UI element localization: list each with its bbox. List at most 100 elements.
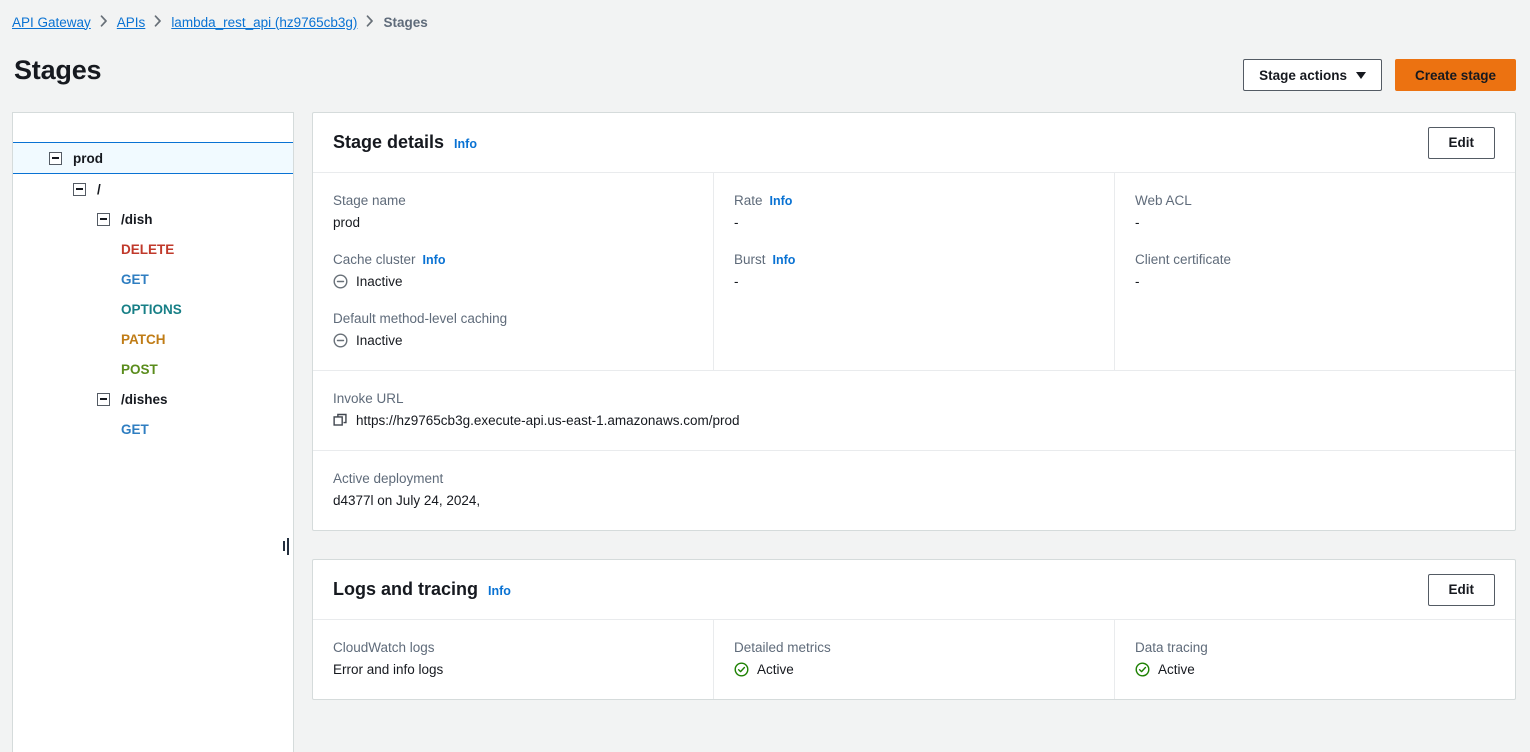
- tree-method-options[interactable]: OPTIONS: [13, 294, 293, 324]
- stage-details-field-label: Burst Info: [734, 252, 1114, 267]
- logs-field: CloudWatch logs Error and info logs: [333, 640, 713, 677]
- tree-node-label: /: [97, 181, 101, 197]
- invoke-url-value-row: https://hz9765cb3g.execute-api.us-east-1…: [333, 413, 1515, 428]
- logs-field-label: Data tracing: [1135, 640, 1515, 655]
- sidebar-resize-handle[interactable]: [281, 536, 290, 556]
- stage-details-field-value: Inactive: [333, 274, 713, 289]
- active-deployment-value: d4377l on July 24, 2024,: [333, 493, 481, 508]
- logs-field-value: Active: [1135, 662, 1515, 677]
- logs-field-value: Error and info logs: [333, 662, 713, 677]
- resize-grip-right: [286, 537, 289, 555]
- stage-actions-label: Stage actions: [1259, 67, 1347, 83]
- collapse-icon[interactable]: [49, 151, 62, 165]
- tree-node-dishes[interactable]: /dishes: [13, 384, 293, 414]
- tree-node-label: prod: [73, 150, 103, 166]
- field-label-text: Detailed metrics: [734, 640, 831, 655]
- create-stage-button[interactable]: Create stage: [1394, 59, 1516, 91]
- tree-node-dish[interactable]: /dish: [13, 204, 293, 234]
- edit-logs-and-tracing-button[interactable]: Edit: [1427, 573, 1495, 606]
- stage-details-column-3: Web ACL - Client certificate -: [1114, 173, 1515, 370]
- field-info-link[interactable]: Info: [773, 253, 796, 267]
- stage-details-field-label: Client certificate: [1135, 252, 1515, 267]
- stage-details-field-label: Cache cluster Info: [333, 252, 713, 267]
- minus-circle-icon: [333, 333, 348, 348]
- stage-details-column-2: Rate Info - Burst Info -: [713, 173, 1114, 370]
- logs-field-label: Detailed metrics: [734, 640, 1114, 655]
- check-circle-icon: [734, 662, 749, 677]
- tree-method-label: GET: [121, 271, 149, 287]
- tree-method-label: POST: [121, 361, 158, 377]
- stage-resource-tree: prod / /dish DELETE GET OPTIONS PATCH POST/dish…: [12, 112, 294, 752]
- tree-node-[interactable]: /: [13, 174, 293, 204]
- minus-circle-icon: [333, 274, 348, 289]
- breadcrumb-separator-icon: [366, 15, 374, 27]
- breadcrumb-item-3[interactable]: lambda_rest_api (hz9765cb3g): [171, 15, 357, 30]
- stage-details-field: Stage name prod: [333, 193, 713, 230]
- stage-details-info-link[interactable]: Info: [454, 137, 477, 151]
- breadcrumb-item-4: Stages: [383, 14, 428, 30]
- stage-details-panel: Stage details Info Edit Stage name prod Ca…: [312, 112, 1516, 531]
- field-value-text: prod: [333, 215, 361, 230]
- tree-method-post[interactable]: POST: [13, 354, 293, 384]
- logs-field-value: Active: [734, 662, 1114, 677]
- tree-method-label: PATCH: [121, 331, 166, 347]
- field-value-text: Active: [757, 662, 794, 677]
- field-label-text: Cache cluster: [333, 252, 416, 267]
- field-value-text: Active: [1158, 662, 1195, 677]
- stage-details-field-label: Stage name: [333, 193, 713, 208]
- stage-actions-button[interactable]: Stage actions: [1243, 59, 1382, 91]
- tree-node-label: /dish: [121, 211, 153, 227]
- stage-details-field: Burst Info -: [734, 252, 1114, 289]
- logs-field-label: CloudWatch logs: [333, 640, 713, 655]
- tree-node-label: /dishes: [121, 391, 168, 407]
- breadcrumb-item-2[interactable]: APIs: [117, 15, 146, 30]
- edit-stage-details-button[interactable]: Edit: [1427, 126, 1495, 159]
- page-title: Stages: [14, 55, 102, 85]
- logs-column-2: Detailed metrics Active: [713, 620, 1114, 699]
- stage-details-title: Stage details: [333, 132, 445, 152]
- field-label-text: Client certificate: [1135, 252, 1232, 267]
- field-label-text: Data tracing: [1135, 640, 1208, 655]
- field-label-text: Rate: [734, 193, 763, 208]
- tree-method-get[interactable]: GET: [13, 414, 293, 444]
- field-info-link[interactable]: Info: [770, 194, 793, 208]
- stage-details-header: Stage details Info Edit: [313, 113, 1515, 173]
- field-value-text: -: [1135, 274, 1140, 289]
- stage-details-field-value: Inactive: [333, 333, 713, 348]
- field-label-text: Default method-level caching: [333, 311, 508, 326]
- field-value-text: -: [1135, 215, 1140, 230]
- logs-and-tracing-panel: Logs and tracing Info Edit CloudWatch lo…: [312, 559, 1516, 700]
- status-icon: [734, 662, 749, 677]
- breadcrumb-separator-icon: [100, 15, 108, 27]
- collapse-icon[interactable]: [97, 212, 110, 226]
- tree-node-prod[interactable]: prod: [13, 142, 293, 174]
- invoke-url-text: https://hz9765cb3g.execute-api.us-east-1…: [356, 413, 740, 428]
- stage-details-field-label: Default method-level caching: [333, 311, 713, 326]
- breadcrumb-item-1[interactable]: API Gateway: [12, 15, 91, 30]
- collapse-icon[interactable]: [97, 392, 110, 406]
- stage-details-field-value: -: [734, 215, 1114, 230]
- tree-method-patch[interactable]: PATCH: [13, 324, 293, 354]
- logs-and-tracing-header: Logs and tracing Info Edit: [313, 560, 1515, 620]
- logs-column-3: Data tracing Active: [1114, 620, 1515, 699]
- tree-method-delete[interactable]: DELETE: [13, 234, 293, 264]
- check-circle-icon: [1135, 662, 1150, 677]
- header-actions: Stage actions Create stage: [1243, 59, 1516, 91]
- active-deployment-row: Active deployment d4377l on July 24, 202…: [313, 450, 1515, 530]
- active-deployment-label: Active deployment: [333, 471, 444, 486]
- field-value-text: -: [734, 274, 739, 289]
- copy-icon[interactable]: [333, 413, 348, 428]
- field-info-link[interactable]: Info: [423, 253, 446, 267]
- resize-grip-left: [282, 541, 285, 551]
- logs-field: Data tracing Active: [1135, 640, 1515, 677]
- field-value-text: Inactive: [356, 274, 403, 289]
- tree-top-spacer: [13, 113, 293, 142]
- collapse-icon[interactable]: [73, 182, 86, 196]
- tree-method-get[interactable]: GET: [13, 264, 293, 294]
- stage-details-grid: Stage name prod Cache cluster Info Inactive D…: [313, 173, 1515, 370]
- logs-field: Detailed metrics Active: [734, 640, 1114, 677]
- breadcrumb: API Gateway APIs lambda_rest_api (hz9765cb…: [12, 12, 428, 32]
- logs-and-tracing-title: Logs and tracing: [333, 579, 479, 599]
- tree-method-label: DELETE: [121, 241, 175, 257]
- logs-and-tracing-info-link[interactable]: Info: [488, 584, 511, 598]
